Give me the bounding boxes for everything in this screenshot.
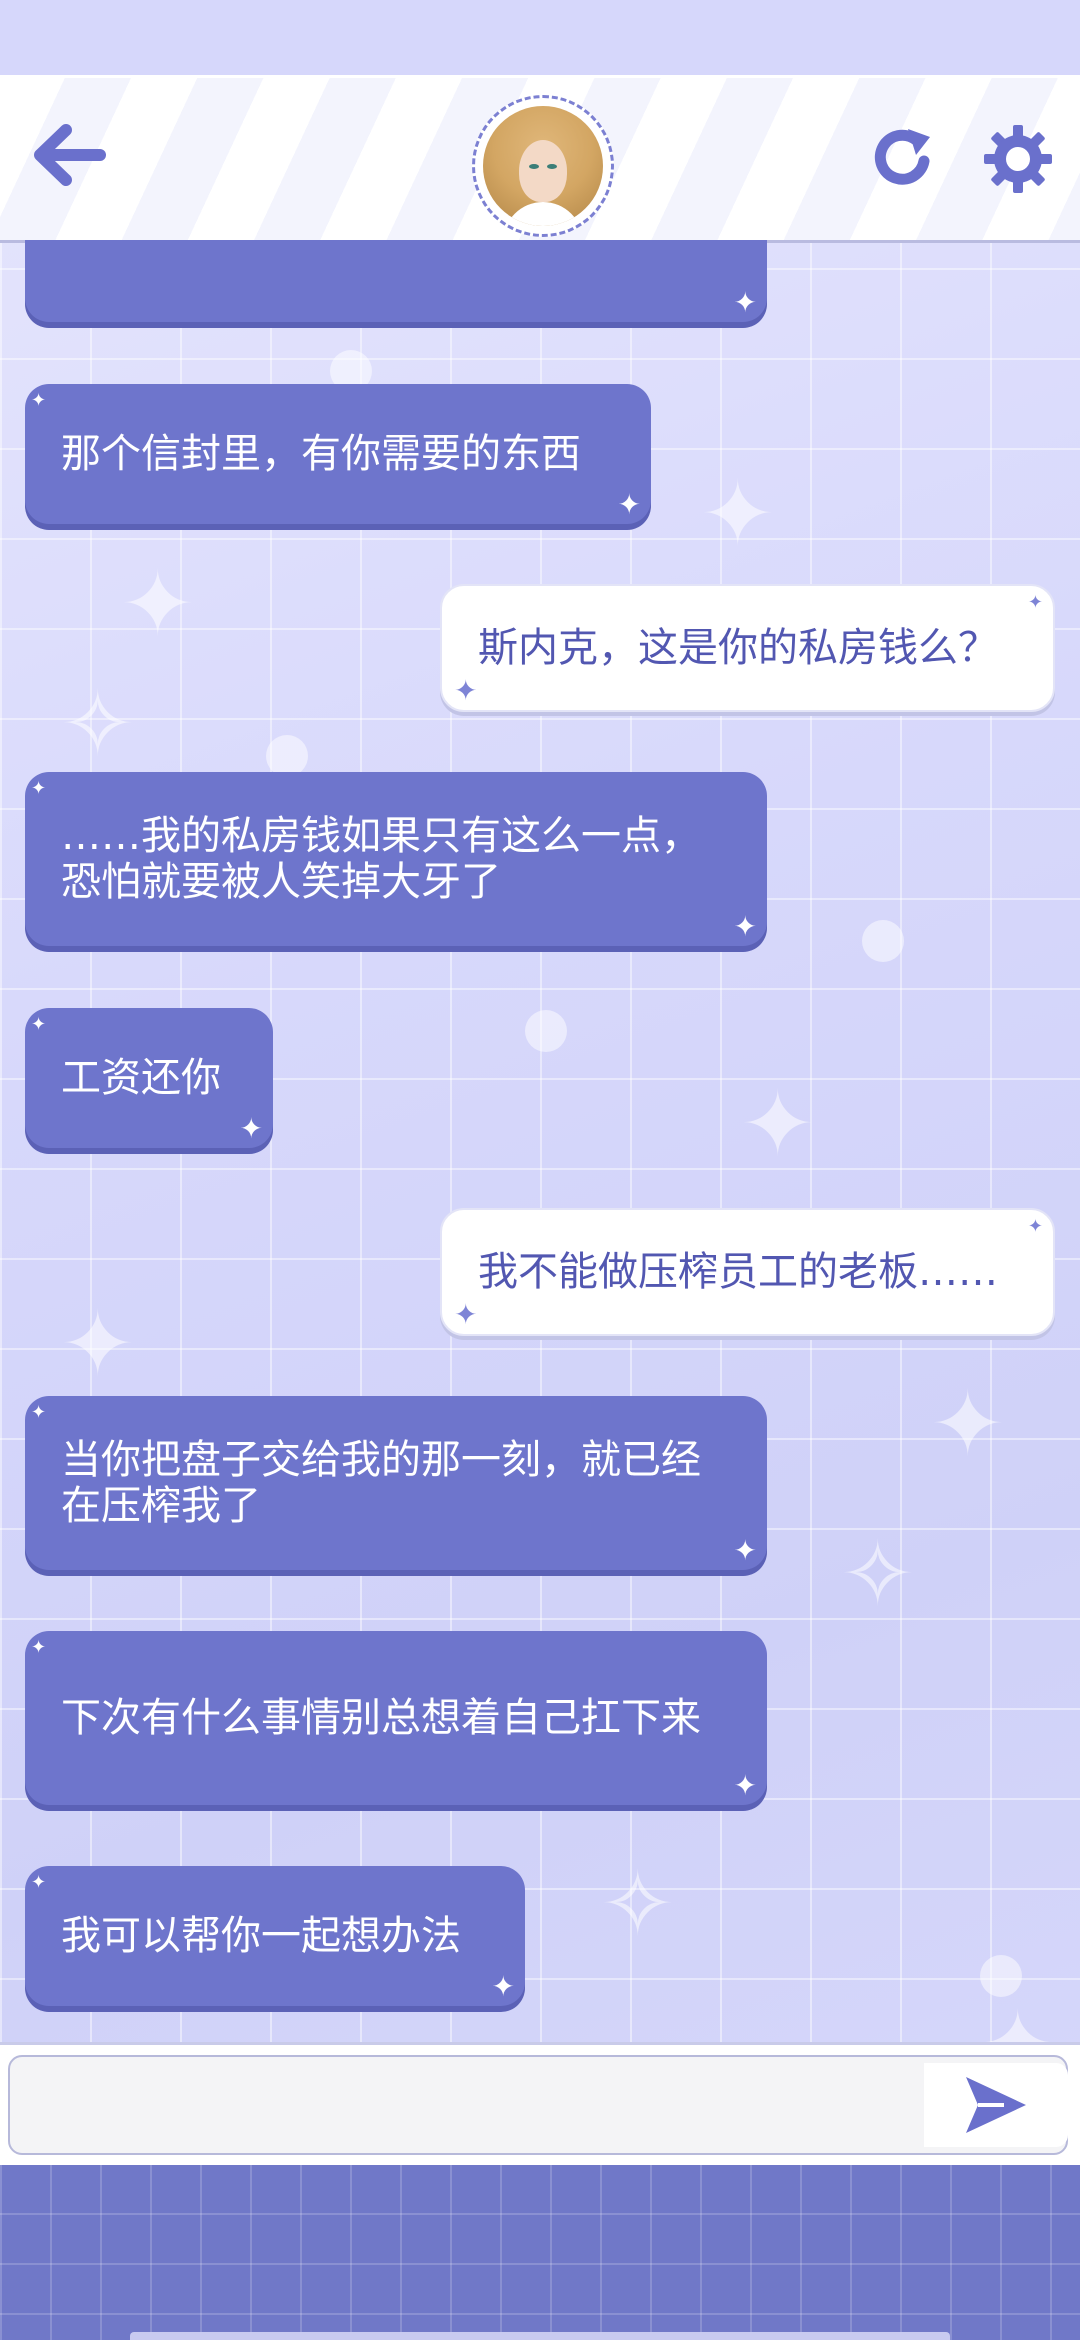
incoming-message: ✦ 工资还你 ✦	[25, 1008, 273, 1148]
sparkle-icon: ✦	[31, 1637, 47, 1658]
sparkle-icon: ✦	[31, 778, 47, 799]
status-bar-area	[0, 0, 1080, 75]
dot-decoration	[980, 1955, 1022, 1997]
sparkle-icon: ✦	[31, 1014, 47, 1035]
sparkle-icon: ✦	[454, 1298, 478, 1331]
sparkle-icon: ✦	[1027, 1216, 1043, 1237]
arrow-left-icon	[34, 124, 106, 186]
contact-avatar[interactable]	[472, 95, 614, 237]
incoming-message: ✦ 当你把盘子交给我的那一刻，就已经在压榨我了 ✦	[25, 1396, 767, 1570]
bottom-tab-strip	[130, 2332, 950, 2340]
message-text: 工资还你	[61, 1055, 221, 1101]
settings-button[interactable]	[982, 123, 1054, 195]
dot-decoration	[862, 920, 904, 962]
composer-bar	[0, 2042, 1080, 2168]
dot-decoration	[266, 735, 308, 777]
sparkle-decoration-icon: ✧	[840, 1522, 916, 1627]
sparkle-icon: ✦	[733, 1534, 757, 1567]
incoming-message: ✦ 那个信封里，有你需要的东西 ✦	[25, 384, 651, 524]
sparkle-decoration-icon: ✦	[60, 1292, 136, 1397]
sparkle-icon: ✦	[733, 910, 757, 943]
sparkle-decoration-icon: ✦	[700, 462, 776, 567]
refresh-button[interactable]	[868, 123, 938, 193]
sparkle-decoration-icon: ✦	[120, 552, 196, 657]
send-icon	[966, 2077, 1026, 2133]
message-text: 那个信封里，有你需要的东西	[61, 431, 581, 477]
outgoing-message: ✦ 我不能做压榨员工的老板…… ✦	[440, 1208, 1055, 1336]
sparkle-icon: ✦	[31, 1872, 47, 1893]
incoming-message: ✦	[25, 240, 767, 322]
sparkle-decoration-icon: ✧	[600, 1852, 676, 1957]
incoming-message: ✦ 我可以帮你一起想办法 ✦	[25, 1866, 525, 2006]
incoming-message: ✦ ……我的私房钱如果只有这么一点，恐怕就要被人笑掉大牙了 ✦	[25, 772, 767, 946]
refresh-icon	[874, 129, 930, 185]
message-text: ……我的私房钱如果只有这么一点，恐怕就要被人笑掉大牙了	[61, 813, 701, 905]
sparkle-icon: ✦	[617, 488, 641, 521]
sparkle-icon: ✦	[733, 1769, 757, 1802]
sparkle-icon: ✦	[31, 390, 47, 411]
sparkle-icon: ✦	[454, 674, 478, 707]
sparkle-icon: ✦	[31, 1402, 47, 1423]
chat-header	[0, 75, 1080, 243]
sparkle-icon: ✦	[1027, 592, 1043, 613]
send-button[interactable]	[924, 2063, 1068, 2147]
keyboard-panel	[0, 2165, 1080, 2340]
message-text: 斯内克，这是你的私房钱么？	[478, 625, 998, 671]
incoming-message: ✦ 下次有什么事情别总想着自己扛下来 ✦	[25, 1631, 767, 1805]
message-text: 我不能做压榨员工的老板……	[478, 1249, 998, 1295]
back-button[interactable]	[30, 120, 110, 190]
message-text: 下次有什么事情别总想着自己扛下来	[61, 1695, 701, 1741]
avatar	[483, 106, 603, 226]
message-text: 当你把盘子交给我的那一刻，就已经在压榨我了	[61, 1437, 701, 1529]
sparkle-decoration-icon: ✦	[740, 1072, 816, 1177]
outgoing-message: ✦ 斯内克，这是你的私房钱么？ ✦	[440, 584, 1055, 712]
sparkle-icon: ✦	[239, 1112, 263, 1145]
sparkle-decoration-icon: ✧	[60, 672, 136, 777]
message-input[interactable]	[8, 2055, 1068, 2155]
message-text: 我可以帮你一起想办法	[61, 1913, 461, 1959]
sparkle-decoration-icon: ✦	[930, 1372, 1006, 1477]
sparkle-icon: ✦	[733, 286, 757, 319]
dot-decoration	[525, 1010, 567, 1052]
sparkle-icon: ✦	[491, 1970, 515, 2003]
gear-icon	[984, 125, 1052, 193]
